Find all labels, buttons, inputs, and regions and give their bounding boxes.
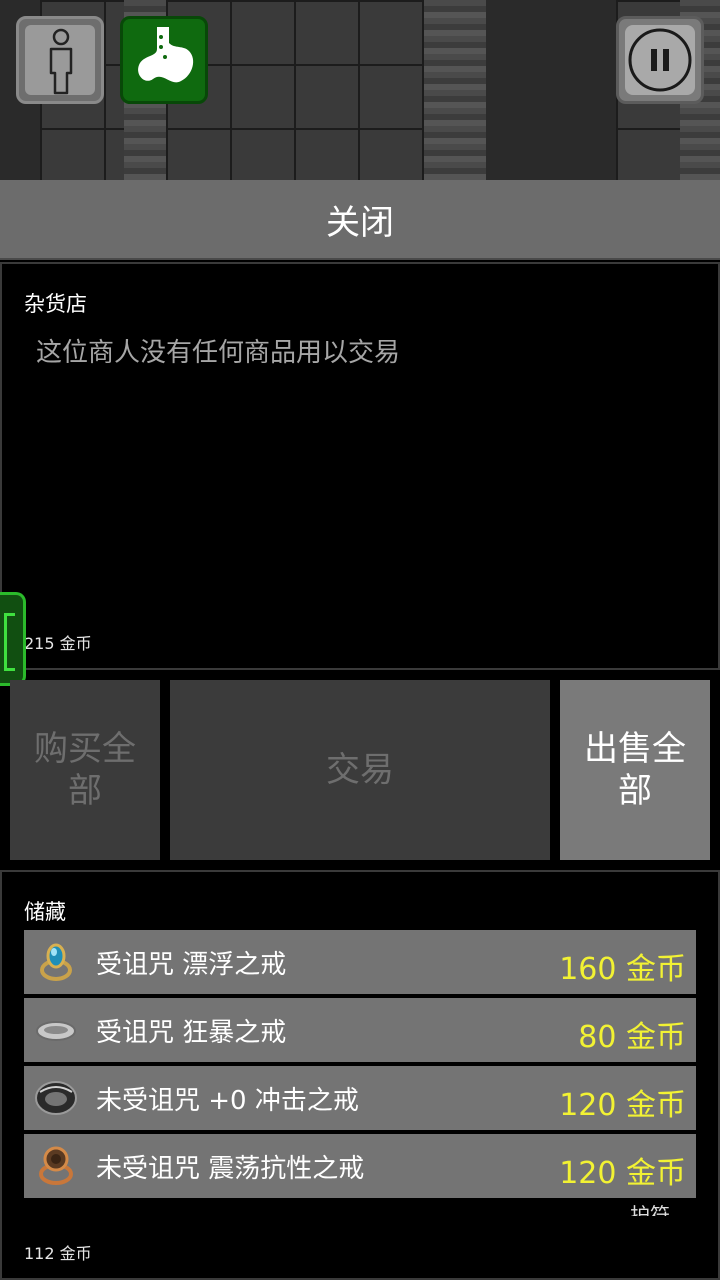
silver-ring-icon xyxy=(36,1021,76,1041)
stash-item-row[interactable]: 未受诅咒 震荡抗性之戒 120 金币 xyxy=(24,1134,696,1198)
item-price: 80 金币 xyxy=(578,1020,686,1055)
pause-icon xyxy=(628,28,692,92)
shop-gold-amount: 215 金币 xyxy=(24,634,92,653)
game-viewport xyxy=(0,0,720,180)
hunger-status-button[interactable] xyxy=(120,16,208,104)
item-name: 未受诅咒 震荡抗性之戒 xyxy=(96,1154,365,1184)
sell-all-button[interactable]: 出售全部 xyxy=(560,680,710,860)
item-name: 受诅咒 狂暴之戒 xyxy=(96,1018,287,1048)
item-price: 120 金币 xyxy=(559,1156,686,1191)
sapphire-ring-icon xyxy=(40,943,72,981)
close-button[interactable]: 关闭 xyxy=(0,180,720,260)
stash-item-row[interactable]: 受诅咒 漂浮之戒 160 金币 xyxy=(24,930,696,994)
dark-ring-icon xyxy=(35,1081,77,1115)
stash-title: 储藏 xyxy=(24,900,66,924)
hero-info-button[interactable] xyxy=(16,16,104,104)
stash-category-label: 护符 xyxy=(630,1204,670,1216)
stash-item-row[interactable]: 受诅咒 狂暴之戒 80 金币 xyxy=(24,998,696,1062)
item-price: 120 金币 xyxy=(559,1088,686,1123)
person-icon xyxy=(49,28,73,95)
stash-gold-amount: 112 金币 xyxy=(24,1244,92,1263)
side-drawer-tab[interactable] xyxy=(0,592,26,686)
item-name: 未受诅咒 +0 冲击之戒 xyxy=(96,1086,359,1116)
item-name: 受诅咒 漂浮之戒 xyxy=(96,950,287,980)
wall-column xyxy=(424,0,486,180)
trade-button[interactable]: 交易 xyxy=(170,680,550,860)
pause-button[interactable] xyxy=(616,16,704,104)
shop-panel: 杂货店 这位商人没有任何商品用以交易 215 金币 xyxy=(0,262,720,670)
bronze-ring-icon xyxy=(39,1146,73,1185)
item-price: 160 金币 xyxy=(559,952,686,987)
bracket-icon xyxy=(4,613,15,671)
shop-title: 杂货店 xyxy=(24,292,87,316)
stash-item-row[interactable]: 未受诅咒 +0 冲击之戒 120 金币 xyxy=(24,1066,696,1130)
stomach-icon xyxy=(138,27,194,83)
buy-all-button[interactable]: 购买全部 xyxy=(10,680,160,860)
shop-empty-message: 这位商人没有任何商品用以交易 xyxy=(36,338,401,368)
